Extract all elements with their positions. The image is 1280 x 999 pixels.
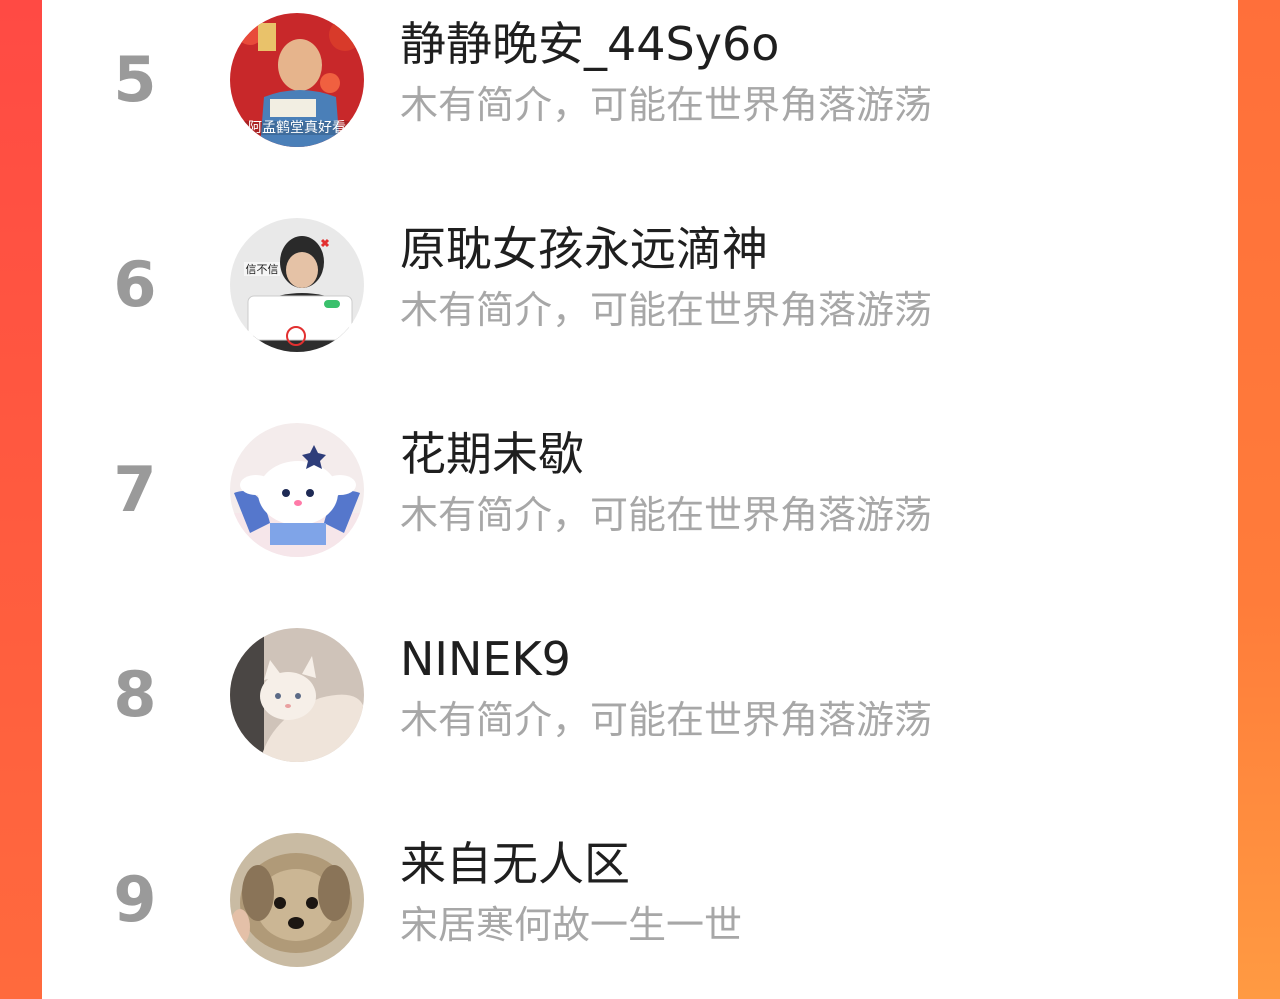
ranking-row[interactable]: 8 NINEK9 木有简介，可能在世界角落游荡 [42,620,1238,770]
avatar-image: 阿孟鹤堂真好看 [230,13,364,147]
user-name[interactable]: 原耽女孩永远滴神 [400,224,768,275]
ranking-list-card: 5 阿孟鹤堂真好看 静静晚安_44Sy6o 木有简介，可能在世界角落游荡 6 信… [42,0,1238,999]
avatar-image [230,833,364,967]
ranking-row[interactable]: 6 信不信 原耽女孩永远滴神 木有简介，可能在世界角落游荡 [42,210,1238,360]
user-bio: 木有简介，可能在世界角落游荡 [400,83,933,127]
avatar-caption: 信不信 [246,263,279,276]
user-bio: 宋居寒何故一生一世 [400,903,743,947]
avatar-image: 信不信 [230,218,364,352]
ranking-row[interactable]: 5 阿孟鹤堂真好看 静静晚安_44Sy6o 木有简介，可能在世界角落游荡 [42,5,1238,155]
avatar-caption: 阿孟鹤堂真好看 [248,120,346,136]
user-avatar[interactable]: 信不信 [230,218,364,352]
avatar-image [230,423,364,557]
user-bio: 木有简介，可能在世界角落游荡 [400,493,933,537]
user-name[interactable]: 来自无人区 [400,839,630,890]
user-name[interactable]: NINEK9 [400,634,571,685]
user-bio: 木有简介，可能在世界角落游荡 [400,288,933,332]
user-avatar[interactable] [230,833,364,967]
rank-number: 8 [113,658,157,731]
rank-number: 5 [113,43,157,116]
user-name[interactable]: 静静晚安_44Sy6o [400,19,779,70]
right-background-stripe [1238,0,1280,999]
rank-number: 6 [113,248,157,321]
rank-number: 9 [113,863,157,936]
left-background-stripe [0,0,42,999]
user-name[interactable]: 花期未歇 [400,429,584,480]
user-avatar[interactable]: 阿孟鹤堂真好看 [230,13,364,147]
user-avatar[interactable] [230,423,364,557]
ranking-row[interactable]: 9 来自无人区 宋居寒何故一生一世 [42,825,1238,975]
rank-number: 7 [113,453,157,526]
user-bio: 木有简介，可能在世界角落游荡 [400,698,933,742]
user-avatar[interactable] [230,628,364,762]
avatar-image [230,628,364,762]
ranking-row[interactable]: 7 花期未歇 木有简介，可能在世界角落游荡 [42,415,1238,565]
